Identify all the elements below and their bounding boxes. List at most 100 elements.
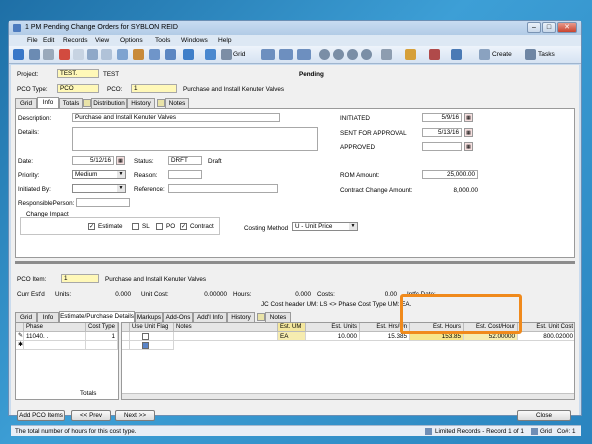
edit-icon[interactable] — [13, 49, 24, 60]
filter-icon[interactable] — [183, 49, 194, 60]
add-pco-items-button[interactable]: Add PCO Items — [17, 410, 65, 421]
form-view-icon[interactable] — [261, 49, 275, 60]
pco-number-field[interactable]: 1 — [131, 84, 177, 93]
initiated-date-field[interactable]: 5/9/16 — [422, 113, 462, 122]
next-record-icon[interactable] — [347, 49, 358, 60]
tasks-icon[interactable] — [525, 49, 536, 60]
date-field[interactable]: 5/12/16 — [72, 156, 114, 165]
notes-icon[interactable] — [157, 99, 165, 107]
description-field[interactable]: Purchase and Install Kenuter Valves — [72, 113, 280, 122]
minimize-button[interactable]: – — [527, 22, 541, 33]
grid-icon[interactable] — [221, 49, 232, 60]
link-icon[interactable] — [165, 49, 176, 60]
tab-info[interactable]: Info — [37, 97, 59, 108]
new-row-selector[interactable] — [122, 341, 130, 350]
po-checkbox[interactable] — [156, 223, 163, 230]
menu-windows[interactable]: Windows — [181, 37, 208, 44]
tab-markups[interactable]: Markups — [135, 312, 163, 322]
menu-help[interactable]: Help — [218, 37, 232, 44]
first-record-icon[interactable] — [319, 49, 330, 60]
create-icon[interactable] — [479, 49, 490, 60]
tab-add-ons[interactable]: Add-Ons — [163, 312, 193, 322]
prev-record-icon[interactable] — [333, 49, 344, 60]
last-record-icon[interactable] — [361, 49, 372, 60]
tab-estimate-purchase-details[interactable]: Estimate/Purchase Details — [59, 311, 135, 322]
note-icon[interactable] — [83, 99, 91, 107]
responsible-person-field[interactable] — [76, 198, 130, 207]
menu-options[interactable]: Options — [120, 37, 143, 44]
use-unit-flag-new-checkbox[interactable] — [142, 342, 149, 349]
tab-item-history[interactable]: History — [227, 312, 255, 322]
pen-icon[interactable] — [429, 49, 440, 60]
attach-doc-icon[interactable] — [451, 49, 462, 60]
est-um-cell[interactable]: EA — [278, 332, 306, 341]
copy-icon[interactable] — [101, 49, 112, 60]
reason-field[interactable] — [168, 170, 202, 179]
details-field[interactable] — [72, 127, 318, 151]
approved-date-field[interactable] — [422, 142, 462, 151]
cost-type-header[interactable]: Cost Type — [86, 323, 118, 332]
pco-type-field[interactable]: PCO — [57, 84, 99, 93]
sent-calendar-icon[interactable]: ▦ — [464, 128, 473, 137]
tab-item-info[interactable]: Info — [37, 312, 59, 322]
save-icon[interactable] — [29, 49, 40, 60]
menu-file[interactable]: File — [27, 37, 38, 44]
folder-icon[interactable] — [133, 49, 144, 60]
sent-date-field[interactable]: 5/13/16 — [422, 128, 462, 137]
initiated-by-select[interactable]: ▼ — [72, 184, 126, 193]
sl-checkbox[interactable] — [132, 223, 139, 230]
find-icon[interactable] — [87, 49, 98, 60]
pco-item-field[interactable]: 1 — [61, 274, 99, 283]
close-button[interactable]: Close — [517, 410, 571, 421]
tab-totals[interactable]: Totals — [59, 98, 83, 108]
costing-method-select[interactable]: U - Unit Price ▼ — [292, 222, 358, 231]
priority-select[interactable]: Medium ▼ — [72, 170, 126, 179]
est-unit-cost-cell[interactable]: 800.02000 — [518, 332, 574, 341]
rom-amount-field[interactable]: 25,000.00 — [422, 170, 478, 179]
split-view-icon[interactable] — [279, 49, 293, 60]
menu-edit[interactable]: Edit — [43, 37, 54, 44]
use-unit-flag-cell[interactable] — [130, 332, 174, 341]
tab-notes[interactable]: Notes — [165, 98, 189, 108]
contract-checkbox[interactable]: ✓ — [180, 223, 187, 230]
next-button[interactable]: Next >> — [115, 410, 155, 421]
grid-view-label[interactable]: Grid — [233, 51, 245, 58]
approved-calendar-icon[interactable]: ▦ — [464, 142, 473, 151]
notes-cell[interactable] — [174, 332, 278, 341]
initiated-calendar-icon[interactable]: ▦ — [464, 113, 473, 122]
estimate-checkbox[interactable]: ✓ — [88, 223, 95, 230]
use-unit-flag-header[interactable]: Use Unit Flag — [130, 323, 174, 332]
delete-icon[interactable] — [59, 49, 70, 60]
cost-type-new-cell[interactable] — [86, 341, 118, 350]
tab-distribution[interactable]: Distribution — [91, 98, 127, 108]
tab-item-notes[interactable]: Notes — [265, 312, 291, 322]
project-code-field[interactable]: TEST. — [57, 69, 99, 78]
cost-type-cell[interactable]: 1 — [86, 332, 118, 341]
prev-button[interactable]: << Prev — [71, 410, 111, 421]
est-units-cell[interactable]: 10.000 — [306, 332, 360, 341]
phase-new-cell[interactable] — [24, 341, 86, 350]
chain-icon[interactable] — [381, 49, 392, 60]
users-icon[interactable] — [405, 49, 416, 60]
print-icon[interactable] — [43, 49, 54, 60]
maximize-button[interactable]: □ — [542, 22, 556, 33]
list-view-icon[interactable] — [297, 49, 311, 60]
date-calendar-icon[interactable]: ▦ — [116, 156, 125, 165]
create-label[interactable]: Create — [492, 51, 512, 58]
item-notes-icon[interactable] — [257, 313, 265, 321]
mail-icon[interactable] — [149, 49, 160, 60]
menu-view[interactable]: View — [95, 37, 109, 44]
notes-header[interactable]: Notes — [174, 323, 278, 332]
reference-field[interactable] — [168, 184, 278, 193]
est-um-header[interactable]: Est. UM — [278, 323, 306, 332]
status-code-field[interactable]: DRFT — [168, 156, 202, 165]
tasks-label[interactable]: Tasks — [538, 51, 555, 58]
est-unit-cost-header[interactable]: Est. Unit Cost — [518, 323, 574, 332]
tab-history[interactable]: History — [127, 98, 155, 108]
use-unit-flag-new-cell[interactable] — [130, 341, 174, 350]
tab-grid[interactable]: Grid — [15, 98, 37, 108]
tab-addl-info[interactable]: Add'l Info — [193, 312, 227, 322]
close-window-button[interactable]: ✕ — [557, 22, 577, 33]
spellcheck-icon[interactable] — [205, 49, 216, 60]
attach-icon[interactable] — [117, 49, 128, 60]
